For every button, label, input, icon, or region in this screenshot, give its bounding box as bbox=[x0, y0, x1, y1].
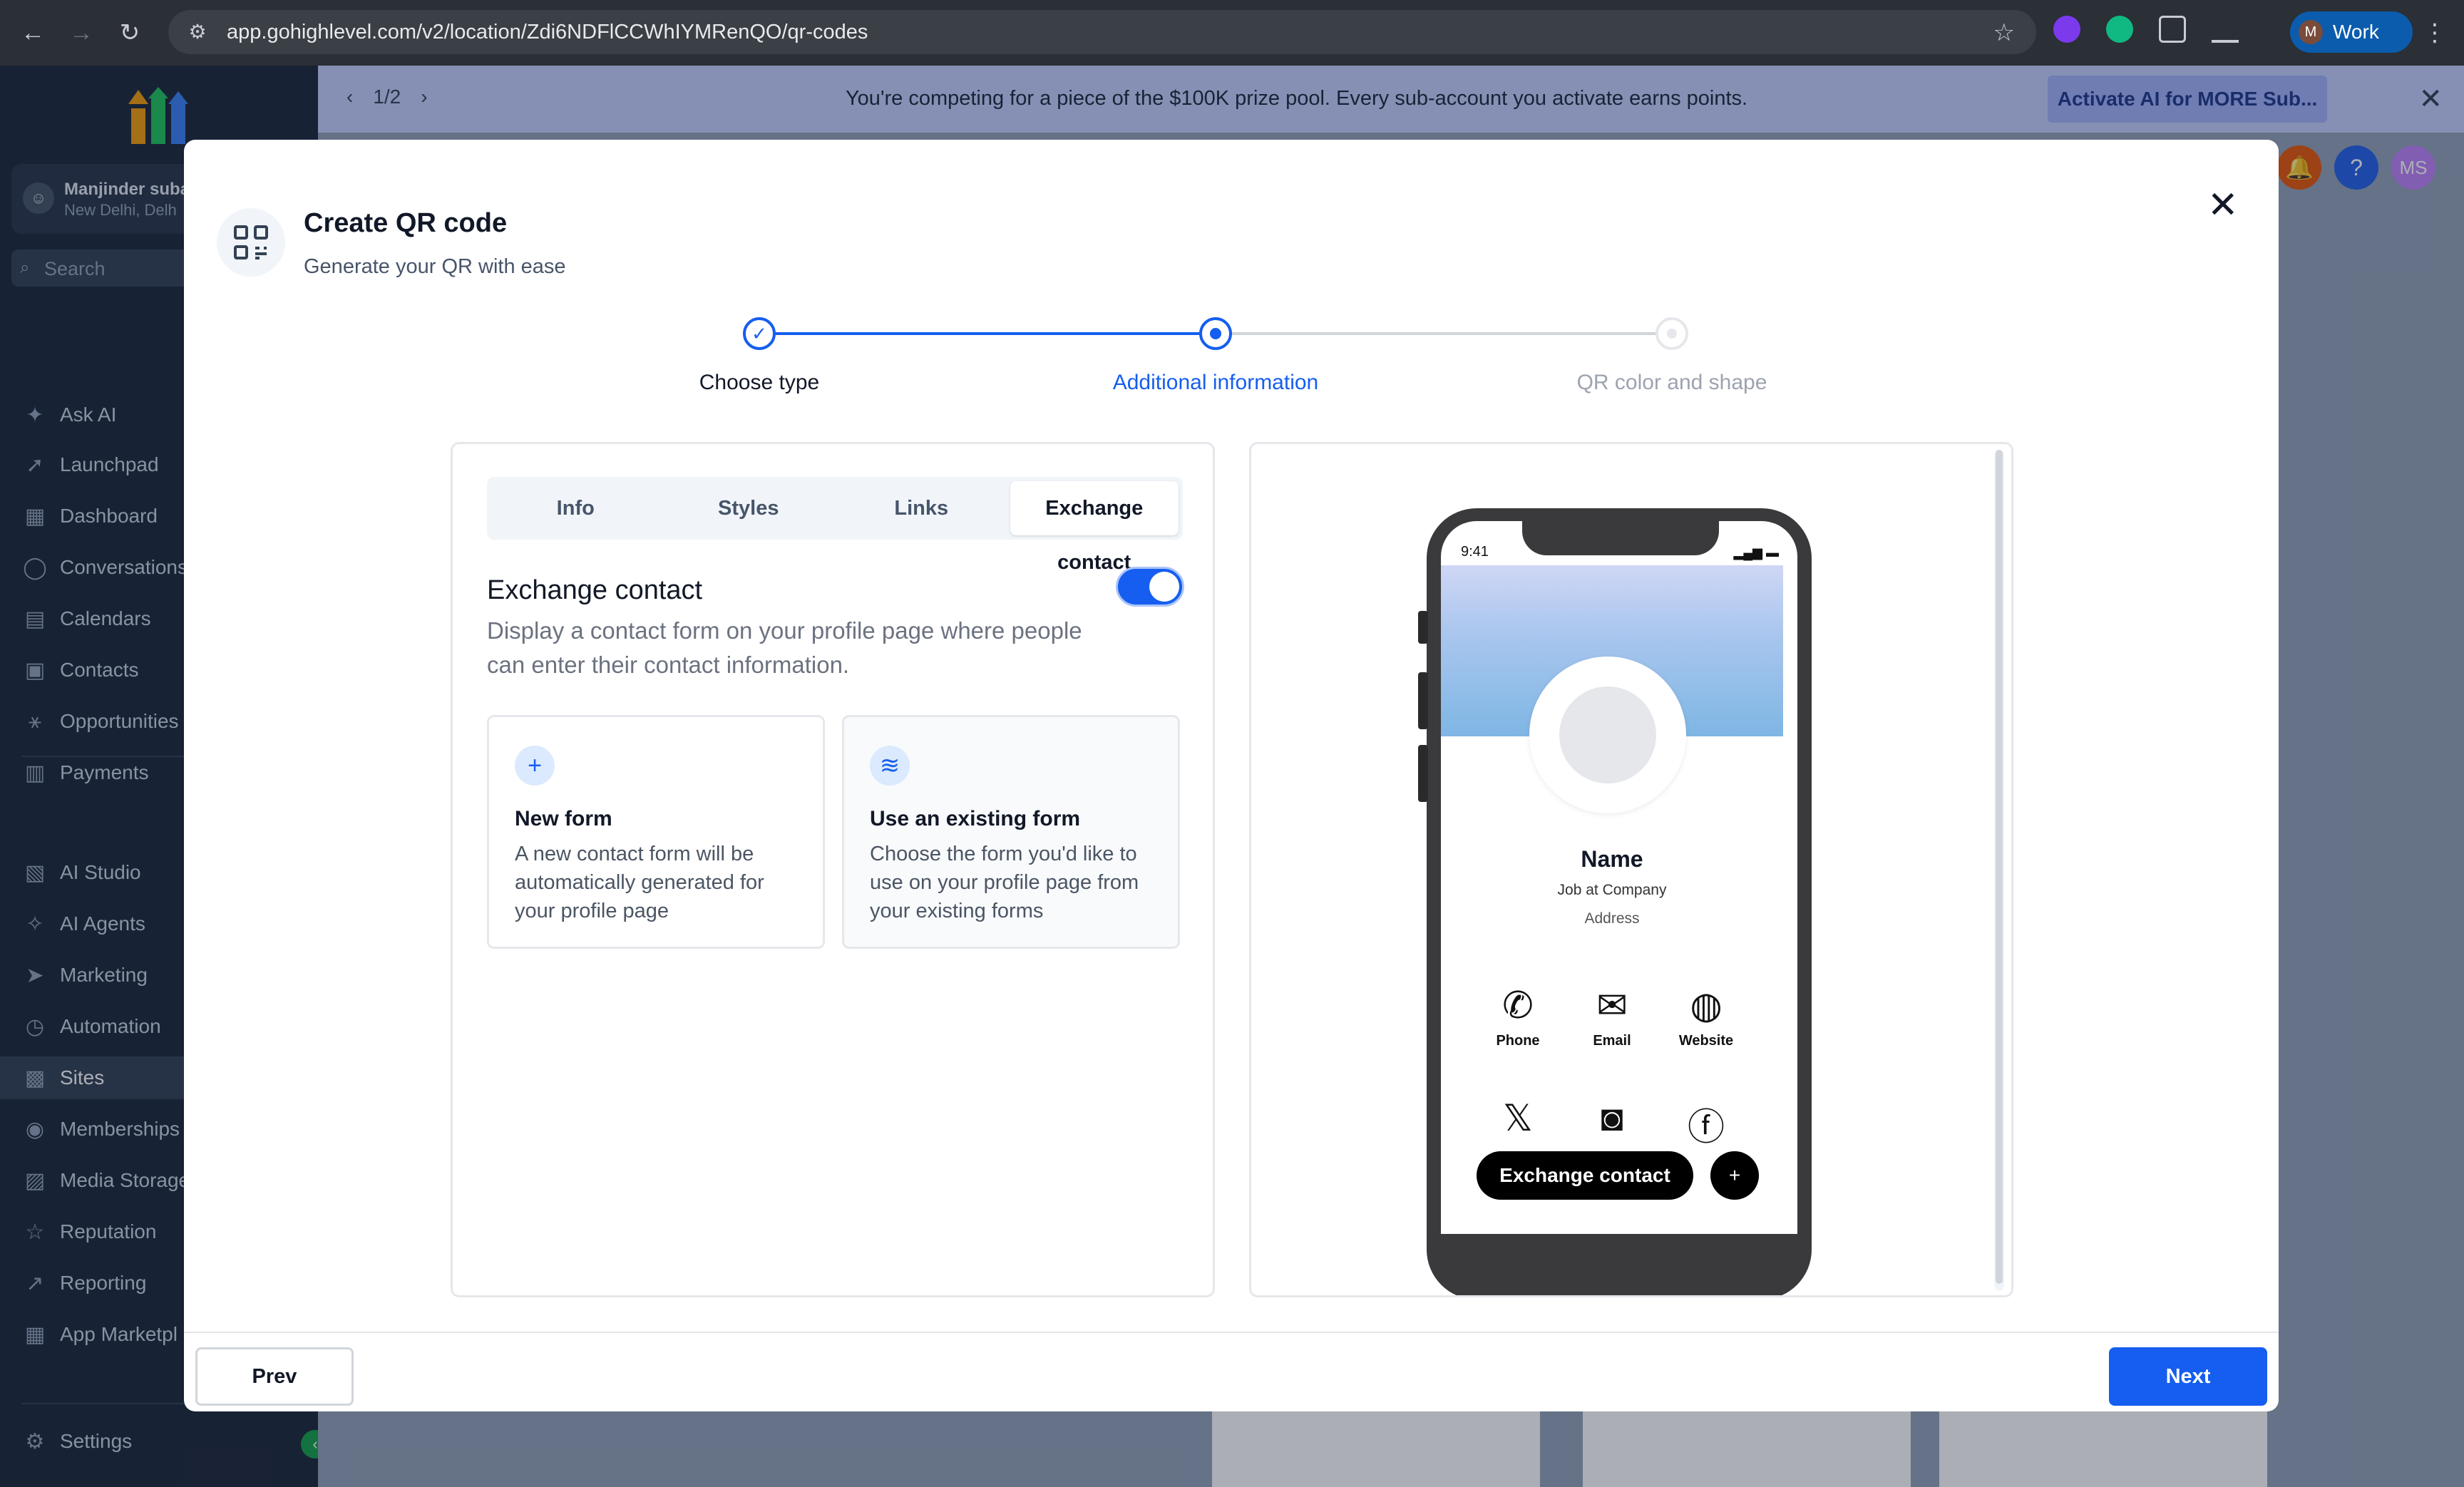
bookmark-star-icon[interactable]: ☆ bbox=[1993, 19, 2015, 47]
facebook-icon: ⓕ bbox=[1687, 1107, 1725, 1148]
address-bar[interactable]: ⚙ app.gohighlevel.com/v2/location/Zdi6ND… bbox=[168, 10, 2036, 54]
existing-form-card[interactable]: ≋ Use an existing form Choose the form y… bbox=[842, 715, 1180, 949]
media-icon[interactable] bbox=[2212, 16, 2239, 43]
action-label: Phone bbox=[1496, 1033, 1540, 1049]
x-icon: 𝕏 bbox=[1503, 1098, 1533, 1139]
step-current-icon bbox=[1199, 317, 1232, 350]
forward-icon[interactable]: → bbox=[67, 19, 96, 47]
back-icon[interactable]: ← bbox=[19, 19, 47, 47]
stepper-line-todo bbox=[1232, 332, 1688, 335]
preview-address: Address bbox=[1584, 910, 1640, 927]
profile-avatar-placeholder bbox=[1529, 657, 1686, 813]
browser-toolbar: ← → ↻ ⚙ app.gohighlevel.com/v2/location/… bbox=[0, 0, 2464, 66]
qr-code-icon bbox=[217, 208, 285, 277]
preview-name: Name bbox=[1581, 846, 1643, 872]
preview-scrollbar[interactable] bbox=[1994, 450, 2004, 1291]
browser-nav: ← → ↻ bbox=[0, 19, 144, 47]
card-description: Choose the form you'd like to use on you… bbox=[870, 843, 1139, 922]
section-description: Display a contact form on your profile p… bbox=[487, 617, 1082, 678]
phone-side-button bbox=[1418, 672, 1428, 729]
close-modal-icon[interactable]: ✕ bbox=[2207, 184, 2239, 227]
step-label-additional-info: Additional information bbox=[1112, 371, 1319, 394]
globe-icon: ◍ bbox=[1690, 985, 1723, 1027]
step-done-icon: ✓ bbox=[743, 317, 776, 350]
action-website: ◍ Website bbox=[1663, 984, 1749, 1049]
action-label: Email bbox=[1593, 1033, 1631, 1049]
prev-button[interactable]: Prev bbox=[195, 1347, 354, 1406]
create-qr-modal: Create QR code Generate your QR with eas… bbox=[184, 140, 2279, 1411]
phone-icon: ✆ bbox=[1502, 985, 1534, 1027]
phone-mockup: 9:41 ▂▄▆ ▬ Name Job at Company Address ✆… bbox=[1418, 508, 1812, 1295]
tab-links[interactable]: Links bbox=[837, 481, 1006, 535]
action-email: ✉ Email bbox=[1569, 984, 1655, 1049]
scrollbar-thumb[interactable] bbox=[1996, 450, 2003, 1284]
step-label-qr-color: QR color and shape bbox=[1576, 371, 1767, 394]
toggle-knob bbox=[1149, 572, 1179, 602]
puzzle-icon[interactable] bbox=[2159, 16, 2186, 43]
step-todo-icon bbox=[1655, 317, 1688, 350]
card-title: New form bbox=[515, 807, 612, 830]
section-title: Exchange contact bbox=[487, 575, 703, 605]
exchange-contact-button: Exchange contact bbox=[1477, 1151, 1693, 1200]
profile-button[interactable]: M Work bbox=[2290, 11, 2413, 53]
footer-divider bbox=[184, 1332, 2279, 1333]
extension-icon[interactable] bbox=[2106, 16, 2133, 43]
profile-avatar: M bbox=[2299, 20, 2323, 44]
signal-battery-icon: ▂▄▆ ▬ bbox=[1733, 545, 1779, 560]
url-text: app.gohighlevel.com/v2/location/Zdi6NDFl… bbox=[227, 20, 868, 43]
tab-info[interactable]: Info bbox=[491, 481, 660, 535]
step-label-choose-type: Choose type bbox=[699, 371, 820, 394]
extension-icon[interactable] bbox=[2053, 16, 2080, 43]
preview-panel: 9:41 ▂▄▆ ▬ Name Job at Company Address ✆… bbox=[1249, 442, 2013, 1297]
modal-title: Create QR code bbox=[304, 208, 508, 238]
stepper-line-done bbox=[776, 332, 1232, 335]
action-phone: ✆ Phone bbox=[1475, 984, 1561, 1049]
next-button[interactable]: Next bbox=[2109, 1347, 2267, 1406]
card-description: A new contact form will be automatically… bbox=[515, 843, 764, 922]
phone-side-button bbox=[1418, 611, 1428, 644]
new-form-card[interactable]: + New form A new contact form will be au… bbox=[487, 715, 825, 949]
profile-label: Work bbox=[2333, 21, 2379, 43]
instagram-icon: ◙ bbox=[1601, 1098, 1623, 1139]
site-info-icon[interactable]: ⚙ bbox=[185, 20, 210, 44]
add-user-icon: + bbox=[1710, 1151, 1759, 1200]
exchange-contact-toggle[interactable] bbox=[1116, 567, 1184, 607]
phone-time: 9:41 bbox=[1461, 544, 1489, 560]
preview-job: Job at Company bbox=[1557, 882, 1667, 898]
kebab-menu-icon[interactable]: ⋮ bbox=[2423, 19, 2447, 47]
tab-exchange-contact[interactable]: Exchange contact bbox=[1010, 481, 1179, 574]
phone-side-button bbox=[1418, 745, 1428, 802]
modal-subtitle: Generate your QR with ease bbox=[304, 255, 566, 278]
settings-panel: Info Styles Links Exchange contact Excha… bbox=[451, 442, 1215, 1297]
phone-notch bbox=[1522, 508, 1719, 555]
extensions-bar bbox=[2053, 16, 2239, 43]
reload-icon[interactable]: ↻ bbox=[115, 19, 144, 47]
phone-screen: 9:41 ▂▄▆ ▬ Name Job at Company Address ✆… bbox=[1441, 521, 1797, 1234]
tab-bar: Info Styles Links Exchange contact bbox=[487, 477, 1183, 574]
tab-styles[interactable]: Styles bbox=[664, 481, 833, 535]
card-title: Use an existing form bbox=[870, 807, 1081, 830]
action-label: Website bbox=[1678, 1033, 1734, 1049]
layers-icon: ≋ bbox=[870, 746, 910, 786]
plus-icon: + bbox=[515, 746, 555, 786]
mail-icon: ✉ bbox=[1596, 985, 1628, 1027]
